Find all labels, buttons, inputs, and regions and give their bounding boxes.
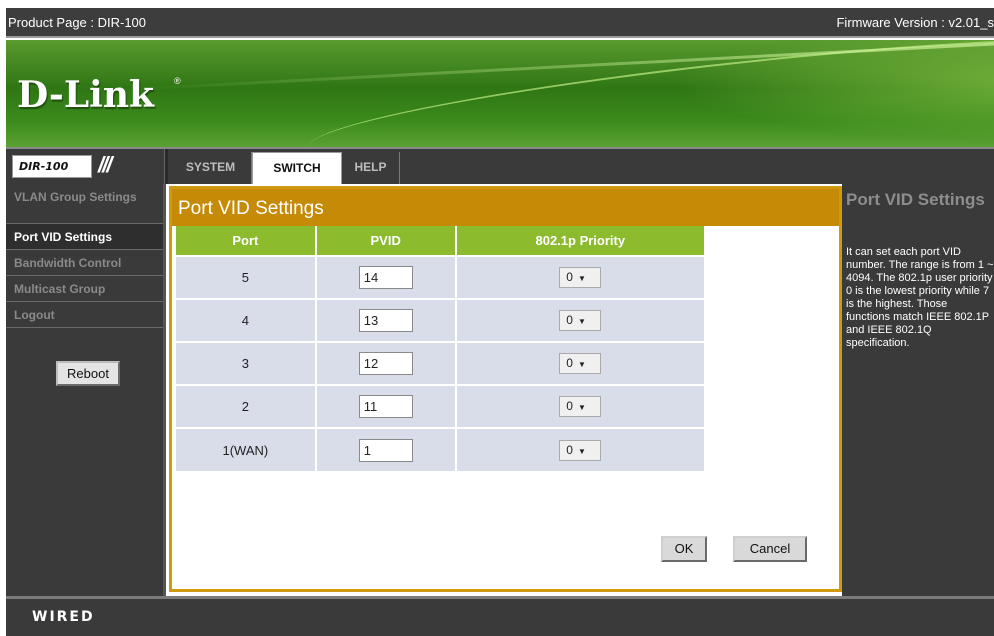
footer: WIRED — [6, 596, 994, 636]
priority-select[interactable]: 0 ▼ — [559, 267, 602, 288]
dropdown-arrow-icon: ▼ — [577, 403, 586, 412]
column-header-priority: 802.1p Priority — [455, 226, 707, 256]
priority-value: 0 — [566, 313, 573, 327]
sidebar-item-multicast-group[interactable]: Multicast Group — [6, 276, 163, 302]
port-cell: 2 — [176, 384, 317, 428]
priority-value: 0 — [566, 270, 573, 284]
wired-label: WIRED — [32, 609, 95, 625]
table-row: 3 12 0 ▼ — [176, 341, 707, 385]
priority-select[interactable]: 0 ▼ — [559, 353, 602, 374]
priority-cell: 0 ▼ — [455, 384, 707, 428]
pvid-input[interactable]: 11 — [358, 395, 413, 418]
pvid-cell: 1 — [315, 427, 457, 471]
cancel-button[interactable]: Cancel — [733, 536, 807, 562]
priority-select[interactable]: 0 ▼ — [559, 439, 602, 461]
table-row: 1(WAN) 1 0 ▼ — [176, 427, 707, 471]
tab-system[interactable]: SYSTEM — [170, 152, 252, 184]
sidebar-item-vlan-group-settings[interactable]: VLAN Group Settings — [6, 184, 163, 224]
sidebar-item-logout[interactable]: Logout — [6, 302, 163, 328]
priority-cell: 0 ▼ — [455, 341, 707, 385]
priority-value: 0 — [566, 356, 573, 370]
priority-value: 0 — [566, 399, 573, 413]
port-cell: 5 — [176, 255, 317, 299]
dropdown-arrow-icon: ▼ — [577, 274, 586, 283]
reboot-button[interactable]: Reboot — [56, 361, 120, 386]
dropdown-arrow-icon: ▼ — [577, 360, 586, 369]
priority-select[interactable]: 0 ▼ — [559, 396, 602, 417]
dropdown-arrow-icon: ▼ — [577, 317, 586, 326]
help-text: It can set each port VID number. The ran… — [846, 246, 994, 349]
sidebar-item-port-vid-settings[interactable]: Port VID Settings — [6, 224, 163, 250]
brand-banner: D-Link ® — [6, 40, 994, 147]
dropdown-arrow-icon: ▼ — [577, 446, 586, 456]
nav-divider — [164, 149, 168, 184]
firmware-version-label: Firmware Version : v2.01_s — [836, 15, 994, 30]
column-header-port: Port — [176, 226, 317, 256]
help-panel: Port VID Settings It can set each port V… — [842, 184, 994, 596]
port-cell: 1(WAN) — [176, 427, 317, 471]
product-page-label: Product Page : DIR-100 — [8, 15, 147, 30]
top-bar: Product Page : DIR-100 Firmware Version … — [6, 8, 994, 38]
pvid-input[interactable]: 13 — [358, 309, 413, 332]
port-vid-panel: Port VID Settings Port PVID 802.1p Prior… — [169, 186, 842, 592]
pvid-input[interactable]: 14 — [358, 266, 413, 289]
pvid-cell: 13 — [315, 298, 457, 342]
port-cell: 3 — [176, 341, 317, 385]
model-badge: DIR-100 — [12, 155, 92, 178]
table-row: 4 13 0 ▼ — [176, 298, 707, 342]
page: Product Page : DIR-100 Firmware Version … — [0, 0, 994, 636]
priority-value: 0 — [566, 442, 573, 457]
nav-bar: DIR-100 /// SYSTEM SWITCH HELP — [6, 147, 994, 184]
panel-title: Port VID Settings — [172, 189, 839, 226]
priority-cell: 0 ▼ — [455, 427, 707, 471]
sidebar-item-bandwidth-control[interactable]: Bandwidth Control — [6, 250, 163, 276]
tab-switch[interactable]: SWITCH — [252, 152, 342, 184]
help-title: Port VID Settings — [846, 190, 985, 209]
column-header-pvid: PVID — [315, 226, 457, 256]
tab-help[interactable]: HELP — [342, 152, 400, 184]
priority-cell: 0 ▼ — [455, 255, 707, 299]
sidebar: VLAN Group Settings Port VID Settings Ba… — [6, 184, 166, 596]
table-row: 2 11 0 ▼ — [176, 384, 707, 428]
ok-button[interactable]: OK — [661, 536, 707, 562]
table-row: 5 14 0 ▼ — [176, 255, 707, 299]
registered-mark: ® — [174, 76, 181, 86]
priority-cell: 0 ▼ — [455, 298, 707, 342]
port-vid-table: Port PVID 802.1p Priority 5 14 0 ▼ 4 13 0… — [176, 226, 707, 471]
pvid-cell: 14 — [315, 255, 457, 299]
dlink-logo: D-Link — [17, 74, 154, 116]
slash-decoration: /// — [98, 152, 112, 177]
pvid-input[interactable]: 1 — [358, 438, 413, 462]
port-cell: 4 — [176, 298, 317, 342]
pvid-input[interactable]: 12 — [358, 352, 413, 375]
pvid-cell: 11 — [315, 384, 457, 428]
priority-select[interactable]: 0 ▼ — [559, 310, 602, 331]
pvid-cell: 12 — [315, 341, 457, 385]
